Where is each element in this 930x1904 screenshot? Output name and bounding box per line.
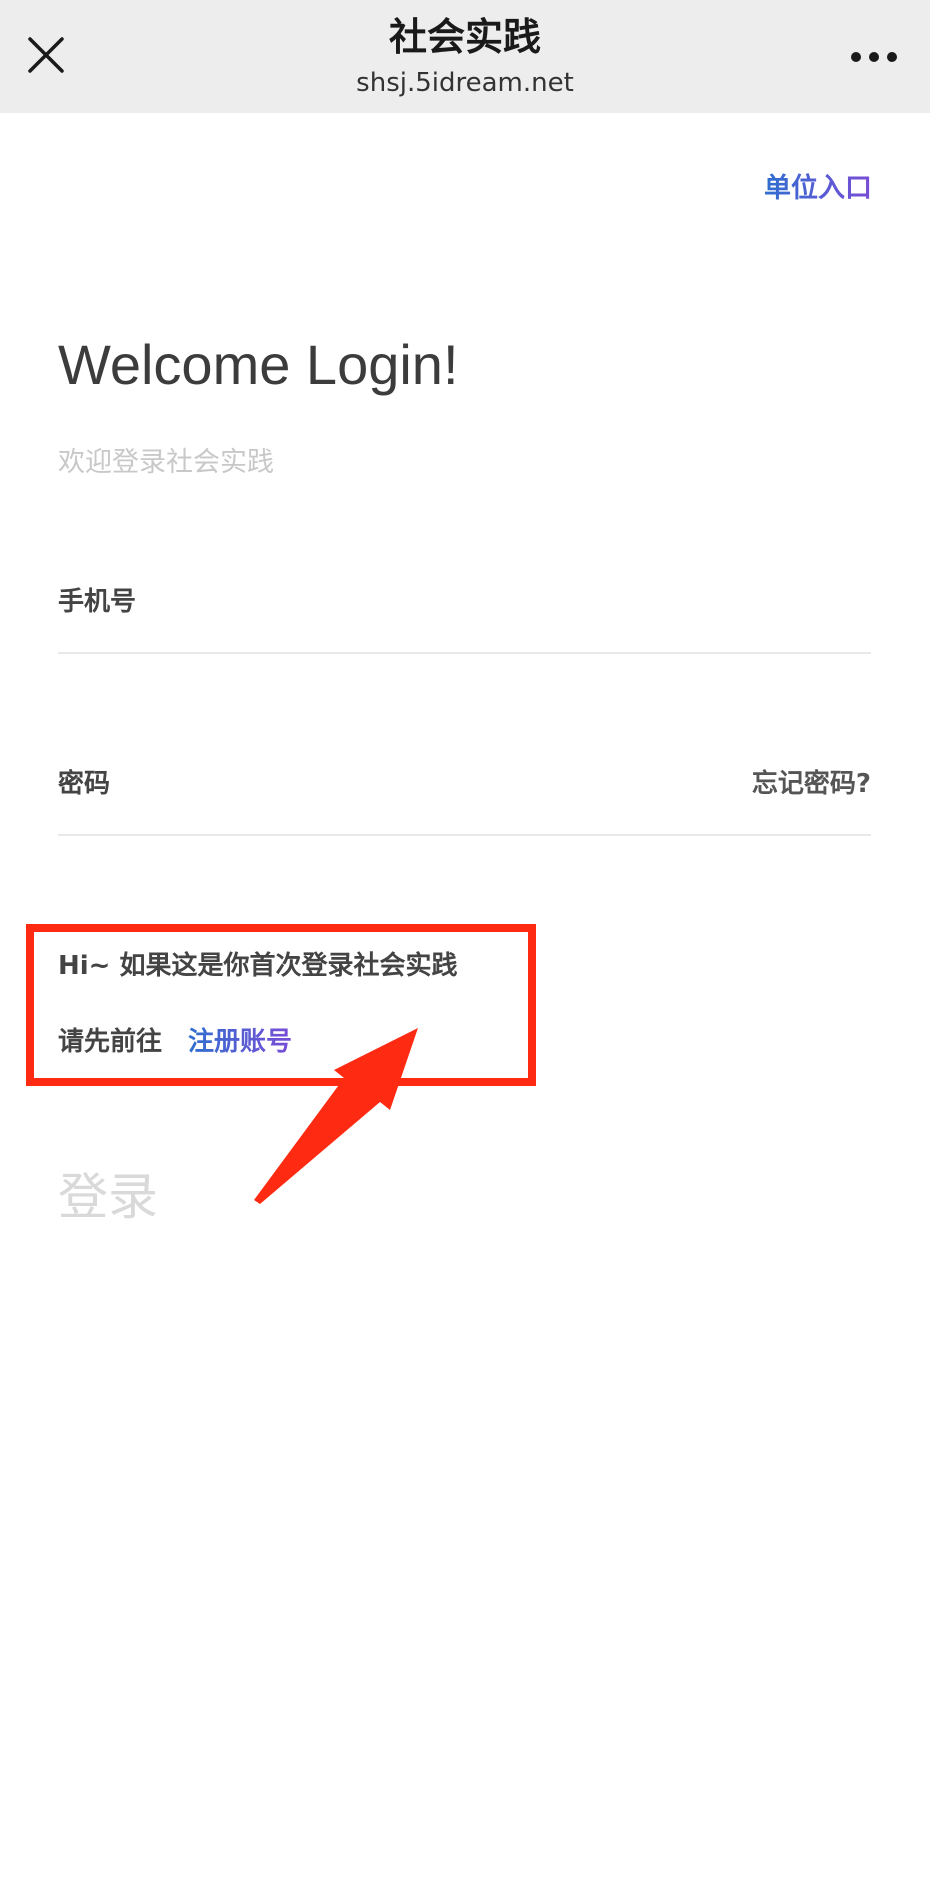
org-entry-link[interactable]: 单位入口 — [764, 166, 872, 205]
login-page: 社会实践 shsj.5idream.net 单位入口 Welcome Login… — [0, 0, 930, 1904]
register-prompt: 请先前往 — [58, 1027, 163, 1057]
welcome-title: Welcome Login! — [58, 333, 459, 396]
more-button[interactable] — [848, 42, 900, 72]
annotation-arrow-icon — [254, 1028, 418, 1204]
password-input[interactable] — [168, 762, 732, 808]
forgot-password-link[interactable]: 忘记密码? — [752, 754, 871, 814]
page-title: 社会实践 — [388, 15, 541, 59]
login-button[interactable]: 登录 — [58, 1162, 158, 1232]
phone-underline — [58, 652, 871, 654]
welcome-subtitle: 欢迎登录社会实践 — [58, 447, 274, 478]
phone-field: 手机号 — [58, 572, 871, 632]
browser-topbar: 社会实践 shsj.5idream.net — [0, 0, 930, 113]
first-login-notice: Hi~ 如果这是你首次登录社会实践 — [58, 951, 458, 981]
password-label: 密码 — [58, 769, 111, 799]
more-dots-icon — [851, 52, 897, 62]
page-url: shsj.5idream.net — [356, 68, 574, 98]
password-underline — [58, 834, 871, 836]
phone-input[interactable] — [168, 580, 732, 626]
phone-label: 手机号 — [58, 587, 137, 617]
password-field: 密码 忘记密码? — [58, 754, 871, 814]
